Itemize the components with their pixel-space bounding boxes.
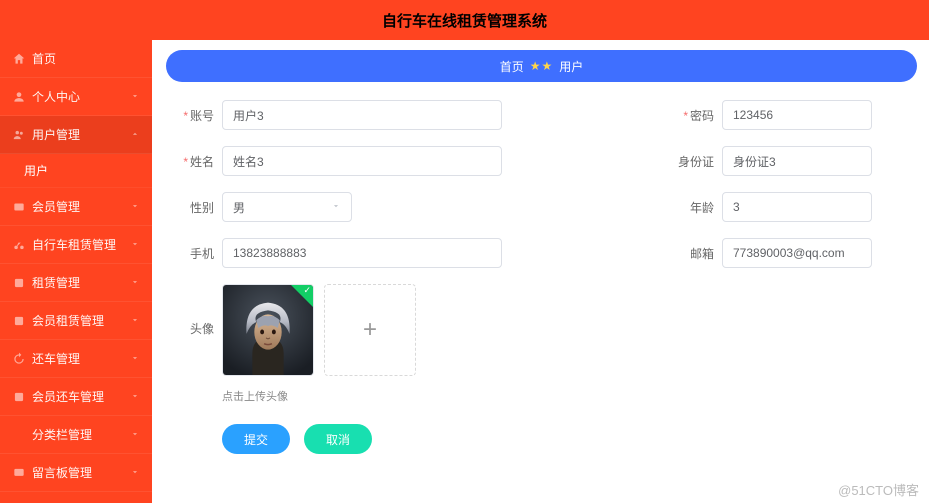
sidebar-item-label: 自行车租赁管理 <box>32 236 130 253</box>
app-header: 自行车在线租赁管理系统 <box>0 0 929 40</box>
chevron-down-icon <box>130 90 140 104</box>
sidebar-item-member-return[interactable]: 会员还车管理 <box>0 378 152 416</box>
email-input[interactable] <box>722 238 872 268</box>
chevron-down-icon <box>130 390 140 404</box>
password-input[interactable] <box>722 100 872 130</box>
sidebar-item-label: 租赁管理 <box>32 274 130 291</box>
label-password: *密码 <box>666 107 722 124</box>
bike-icon <box>12 238 26 252</box>
main-container: 首页 个人中心 用户管理 用户 会员管理 自行车租赁管理 租赁管理 <box>0 40 929 503</box>
chevron-down-icon <box>130 238 140 252</box>
upload-button[interactable]: + <box>324 284 416 376</box>
star-icon: ★★ <box>530 59 554 73</box>
sidebar-item-member[interactable]: 会员管理 <box>0 188 152 226</box>
return-icon <box>12 352 26 366</box>
sidebar-item-label: 还车管理 <box>32 350 130 367</box>
chevron-down-icon <box>331 200 341 214</box>
sidebar: 首页 个人中心 用户管理 用户 会员管理 自行车租赁管理 租赁管理 <box>0 40 152 503</box>
main-panel: 首页 ★★ 用户 *账号 *密码 *姓名 身份证 <box>152 40 929 503</box>
sidebar-item-board[interactable]: 留言板管理 <box>0 454 152 492</box>
submit-button[interactable]: 提交 <box>222 424 290 454</box>
idcard-input[interactable] <box>722 146 872 176</box>
label-avatar: 头像 <box>166 284 222 337</box>
cancel-button[interactable]: 取消 <box>304 424 372 454</box>
sidebar-item-member-rent[interactable]: 会员租赁管理 <box>0 302 152 340</box>
chevron-down-icon <box>130 352 140 366</box>
label-name: *姓名 <box>166 153 222 170</box>
sidebar-item-return[interactable]: 还车管理 <box>0 340 152 378</box>
board-icon <box>12 466 26 480</box>
sidebar-item-home[interactable]: 首页 <box>0 40 152 78</box>
label-idcard: 身份证 <box>666 153 722 170</box>
sidebar-item-bike-rent[interactable]: 自行车租赁管理 <box>0 226 152 264</box>
age-input[interactable] <box>722 192 872 222</box>
breadcrumb-current: 用户 <box>559 58 583 75</box>
sidebar-item-label: 首页 <box>32 50 140 67</box>
sidebar-item-user-manage[interactable]: 用户管理 <box>0 116 152 154</box>
chevron-down-icon <box>130 314 140 328</box>
category-icon <box>12 428 26 442</box>
sidebar-item-label: 留言板管理 <box>32 464 130 481</box>
watermark: @51CTO博客 <box>838 480 919 499</box>
breadcrumb: 首页 ★★ 用户 <box>166 50 917 82</box>
breadcrumb-home[interactable]: 首页 <box>500 58 524 75</box>
member-icon <box>12 200 26 214</box>
member-return-icon <box>12 390 26 404</box>
sidebar-item-label: 用户管理 <box>32 126 130 143</box>
label-phone: 手机 <box>166 245 222 262</box>
avatar-thumbnail[interactable] <box>222 284 314 376</box>
users-icon <box>12 128 26 142</box>
sidebar-item-rent[interactable]: 租赁管理 <box>0 264 152 302</box>
chevron-down-icon <box>130 276 140 290</box>
phone-input[interactable] <box>222 238 502 268</box>
sidebar-item-label: 个人中心 <box>32 88 130 105</box>
plus-icon: + <box>363 316 377 344</box>
label-account: *账号 <box>166 107 222 124</box>
member-rent-icon <box>12 314 26 328</box>
account-input[interactable] <box>222 100 502 130</box>
sidebar-item-profile[interactable]: 个人中心 <box>0 78 152 116</box>
sidebar-subitem-user[interactable]: 用户 <box>0 154 152 188</box>
avatar-hint: 点击上传头像 <box>222 388 416 404</box>
label-email: 邮箱 <box>666 245 722 262</box>
sidebar-item-label: 会员租赁管理 <box>32 312 130 329</box>
chevron-down-icon <box>130 428 140 442</box>
sidebar-item-label: 用户 <box>24 162 48 179</box>
name-input[interactable] <box>222 146 502 176</box>
label-gender: 性别 <box>166 199 222 216</box>
chevron-down-icon <box>130 200 140 214</box>
home-icon <box>12 52 26 66</box>
gender-select[interactable]: 男 <box>222 192 352 222</box>
sidebar-item-label: 分类栏管理 <box>32 426 130 443</box>
sidebar-item-category[interactable]: 分类栏管理 <box>0 416 152 454</box>
chevron-down-icon <box>130 466 140 480</box>
sidebar-item-label: 会员管理 <box>32 198 130 215</box>
check-icon <box>291 285 313 307</box>
user-icon <box>12 90 26 104</box>
label-age: 年龄 <box>666 199 722 216</box>
rent-icon <box>12 276 26 290</box>
chevron-up-icon <box>130 128 140 142</box>
sidebar-item-label: 会员还车管理 <box>32 388 130 405</box>
app-title: 自行车在线租赁管理系统 <box>382 10 547 31</box>
